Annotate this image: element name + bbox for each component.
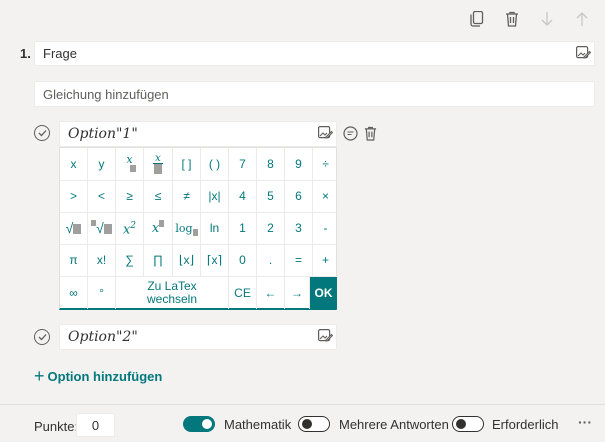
math-keyboard: x y x x [ ] ( ) 7 8 9 ÷ > < ≥ ≤ ≠ |x| 4 …: [59, 147, 338, 310]
key-plus[interactable]: +: [313, 245, 338, 277]
key-clear-entry[interactable]: CE: [229, 277, 257, 309]
key-divide[interactable]: ÷: [313, 148, 338, 181]
key-equals[interactable]: =: [285, 245, 313, 277]
math-toggle[interactable]: [183, 416, 215, 432]
key-left-arrow[interactable]: ←: [257, 277, 285, 309]
latex-switch-line2: wechseln: [146, 292, 198, 306]
option-1-text: Option"1": [68, 126, 138, 142]
required-label: Erforderlich: [492, 417, 559, 432]
required-toggle[interactable]: [452, 416, 484, 432]
key-right-arrow[interactable]: →: [285, 277, 310, 309]
math-label: Mathematik: [224, 417, 292, 432]
option-1-edit-image-icon[interactable]: [316, 125, 334, 141]
plus-icon: +: [34, 366, 45, 386]
key-1[interactable]: 1: [229, 213, 257, 245]
move-up-icon: [573, 10, 591, 28]
key-less[interactable]: <: [88, 181, 116, 213]
points-label: Punkte:: [34, 419, 79, 434]
correct-answer-check-icon[interactable]: [34, 125, 50, 141]
key-square-root[interactable]: √: [60, 213, 88, 245]
key-greater[interactable]: >: [60, 181, 88, 213]
option-1-delete-icon[interactable]: [362, 125, 378, 141]
key-pi[interactable]: π: [60, 245, 88, 277]
key-brackets[interactable]: [ ]: [173, 148, 201, 181]
key-not-equal[interactable]: ≠: [173, 181, 201, 213]
option-2-text: Option"2": [68, 329, 138, 345]
latex-switch-button[interactable]: Zu LaTex wechseln: [116, 277, 229, 309]
key-minus[interactable]: -: [313, 213, 338, 245]
points-value: 0: [91, 417, 100, 433]
key-infinity[interactable]: ∞: [60, 277, 88, 309]
key-4[interactable]: 4: [229, 181, 257, 213]
add-option-button[interactable]: + Option hinzufügen: [34, 366, 163, 386]
question-footer: Punkte: 0 Mathematik Mehrere Antworten E…: [0, 404, 605, 442]
key-multiply[interactable]: ×: [313, 181, 338, 213]
key-less-equal[interactable]: ≤: [144, 181, 173, 213]
key-parentheses[interactable]: ( ): [201, 148, 229, 181]
copy-icon[interactable]: [468, 10, 486, 28]
option-2-input[interactable]: Option"2": [59, 324, 337, 350]
key-nth-root[interactable]: √: [88, 213, 116, 245]
key-subscript[interactable]: x: [116, 148, 144, 181]
key-2[interactable]: 2: [257, 213, 285, 245]
comment-icon[interactable]: [342, 125, 358, 141]
key-8[interactable]: 8: [257, 148, 285, 181]
question-title-text: Frage: [43, 46, 77, 61]
option-2-edit-image-icon[interactable]: [316, 328, 334, 344]
key-greater-equal[interactable]: ≥: [116, 181, 144, 213]
more-options-icon[interactable]: ···: [578, 414, 592, 430]
key-factorial[interactable]: x!: [88, 245, 116, 277]
delete-icon[interactable]: [503, 10, 521, 28]
points-input[interactable]: 0: [76, 413, 115, 437]
option-1-input[interactable]: Option"1": [59, 121, 337, 147]
key-5[interactable]: 5: [257, 181, 285, 213]
move-down-icon: [538, 10, 556, 28]
key-ok[interactable]: OK: [310, 277, 337, 309]
key-ceiling[interactable]: ⌈x⌉: [201, 245, 229, 277]
multiple-answers-toggle[interactable]: [298, 416, 330, 432]
key-square[interactable]: x2: [116, 213, 144, 245]
add-option-label: Option hinzufügen: [47, 368, 163, 384]
edit-image-icon[interactable]: [574, 45, 592, 61]
key-log[interactable]: log: [173, 213, 201, 245]
key-ln[interactable]: ln: [201, 213, 229, 245]
question-number: 1.: [20, 46, 31, 61]
correct-answer-check-icon-2[interactable]: [34, 329, 50, 345]
key-6[interactable]: 6: [285, 181, 313, 213]
key-degree[interactable]: °: [88, 277, 116, 309]
multiple-answers-label: Mehrere Antworten: [339, 417, 449, 432]
key-0[interactable]: 0: [229, 245, 257, 277]
key-9[interactable]: 9: [285, 148, 313, 181]
key-sum[interactable]: ∑: [116, 245, 144, 277]
key-y[interactable]: y: [88, 148, 116, 181]
key-fraction[interactable]: x: [144, 148, 173, 181]
key-product[interactable]: ∏: [144, 245, 173, 277]
key-power[interactable]: x: [144, 213, 173, 245]
key-decimal[interactable]: .: [257, 245, 285, 277]
key-floor[interactable]: ⌊x⌋: [173, 245, 201, 277]
key-absolute[interactable]: |x|: [201, 181, 229, 213]
equation-placeholder: Gleichung hinzufügen: [43, 86, 169, 102]
key-7[interactable]: 7: [229, 148, 257, 181]
question-title-input[interactable]: Frage: [34, 41, 595, 66]
equation-input[interactable]: Gleichung hinzufügen: [34, 81, 595, 107]
key-x[interactable]: x: [60, 148, 88, 181]
key-3[interactable]: 3: [285, 213, 313, 245]
